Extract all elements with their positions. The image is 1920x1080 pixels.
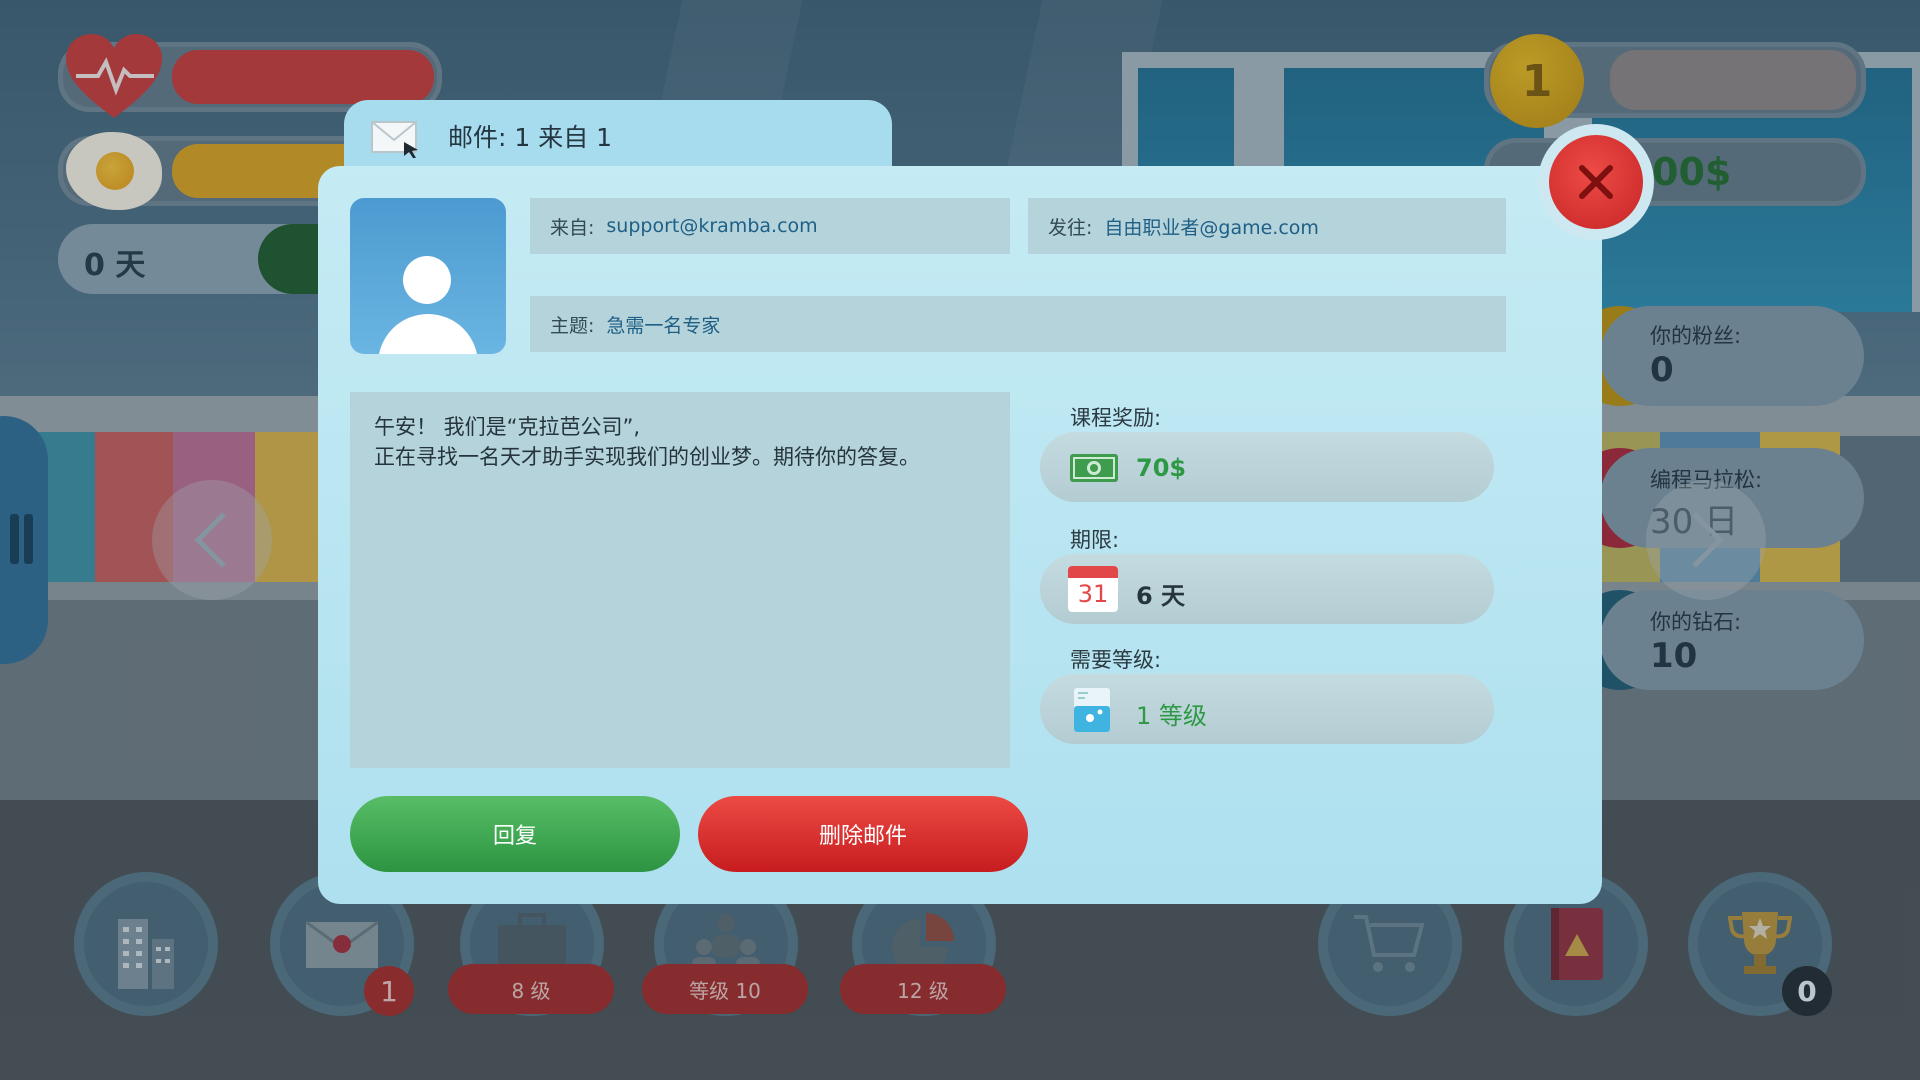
calendar-day: 31 <box>1077 580 1109 608</box>
mail-body-line: 午安！ 我们是“克拉芭公司”, <box>374 415 641 439</box>
subject-label: 主题: <box>550 314 595 337</box>
reply-button[interactable]: 回复 <box>350 796 680 872</box>
to-label: 发往: <box>1048 216 1093 239</box>
from-field: 来自: support@kramba.com <box>530 198 1010 254</box>
reward-value: 70$ <box>1136 454 1187 482</box>
beaker-icon <box>1074 688 1110 732</box>
mail-header-title: 邮件: 1 来自 1 <box>448 123 613 152</box>
money-icon <box>1070 454 1118 482</box>
close-icon <box>1579 165 1613 199</box>
calendar-icon: 31 <box>1068 566 1118 612</box>
deadline-label: 期限: <box>1070 528 1120 552</box>
level-label: 需要等级: <box>1070 648 1162 672</box>
to-field: 发往: 自由职业者@game.com <box>1028 198 1506 254</box>
level-value: 1 等级 <box>1136 702 1207 730</box>
reward-label: 课程奖励: <box>1070 406 1162 430</box>
close-button[interactable] <box>1538 124 1654 240</box>
subject-field: 主题: 急需一名专家 <box>530 296 1506 352</box>
sender-avatar <box>350 198 506 354</box>
to-value: 自由职业者@game.com <box>1104 216 1319 239</box>
from-label: 来自: <box>550 216 595 239</box>
deadline-value: 6 天 <box>1136 582 1186 610</box>
mail-icon <box>371 121 418 158</box>
from-value: support@kramba.com <box>606 215 818 237</box>
delete-mail-button[interactable]: 删除邮件 <box>698 796 1028 872</box>
subject-value: 急需一名专家 <box>606 314 721 337</box>
mail-body-line: 正在寻找一名天才助手实现我们的创业梦。期待你的答复。 <box>374 445 920 469</box>
mail-body: 午安！ 我们是“克拉芭公司”, 正在寻找一名天才助手实现我们的创业梦。期待你的答… <box>350 392 1010 768</box>
